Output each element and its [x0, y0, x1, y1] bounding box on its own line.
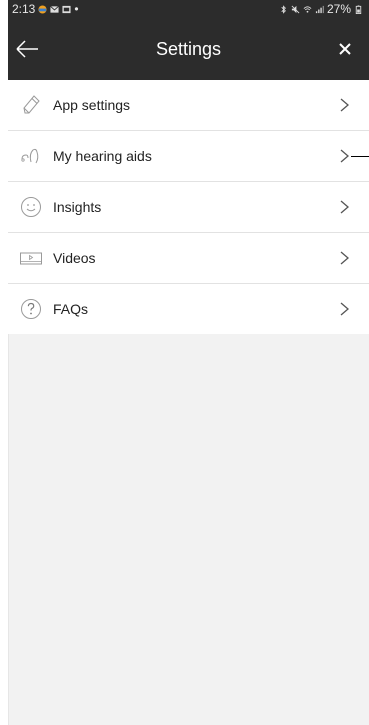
pencil-icon [23, 95, 40, 114]
close-icon[interactable] [333, 37, 357, 61]
wifi-icon [303, 5, 312, 13]
menu-item-label: My hearing aids [53, 148, 152, 164]
menu-item-label: FAQs [53, 301, 89, 317]
settings-menu: App settings My hearing aids Insights Vi… [8, 80, 369, 335]
left-edge [0, 0, 8, 725]
empty-content-area [8, 334, 369, 725]
menu-item-app-settings[interactable]: App settings [8, 80, 369, 131]
battery-icon [355, 4, 362, 14]
more-notifications-dot: • [74, 2, 79, 16]
mail-icon [50, 5, 60, 13]
notification-icons: • [38, 2, 79, 16]
signal-icon [315, 5, 324, 13]
bluetooth-icon [281, 4, 286, 14]
battery-percent: 27% [326, 2, 351, 16]
menu-item-videos[interactable]: Videos [8, 233, 369, 284]
mute-icon [291, 5, 300, 13]
menu-item-faqs[interactable]: FAQs [8, 284, 369, 335]
video-icon [20, 252, 42, 265]
chevron-right-icon [340, 200, 349, 214]
page-title: Settings [155, 39, 222, 59]
chevron-right-icon [340, 149, 349, 163]
hearing-aids-icon [21, 148, 39, 164]
menu-item-label: Videos [53, 250, 96, 266]
menu-item-insights[interactable]: Insights [8, 182, 369, 233]
smiley-icon [21, 197, 41, 217]
menu-item-label: App settings [53, 97, 131, 113]
app-bar: Settings [8, 18, 369, 80]
annotation-pointer-line [351, 156, 369, 157]
chevron-right-icon [340, 251, 349, 265]
chevron-right-icon [340, 98, 349, 112]
chevron-right-icon [340, 302, 349, 316]
image-icon [62, 5, 71, 13]
screen: 2:13 • 27% Settings App settings My hear… [0, 0, 369, 725]
app-notification-icon [38, 4, 47, 14]
question-icon [21, 299, 41, 319]
menu-item-label: Insights [53, 199, 102, 215]
menu-item-my-hearing-aids[interactable]: My hearing aids [8, 131, 369, 182]
status-time: 2:13 [12, 2, 36, 16]
status-bar: 2:13 • 27% [8, 0, 369, 18]
system-icons: 27% [279, 2, 363, 16]
